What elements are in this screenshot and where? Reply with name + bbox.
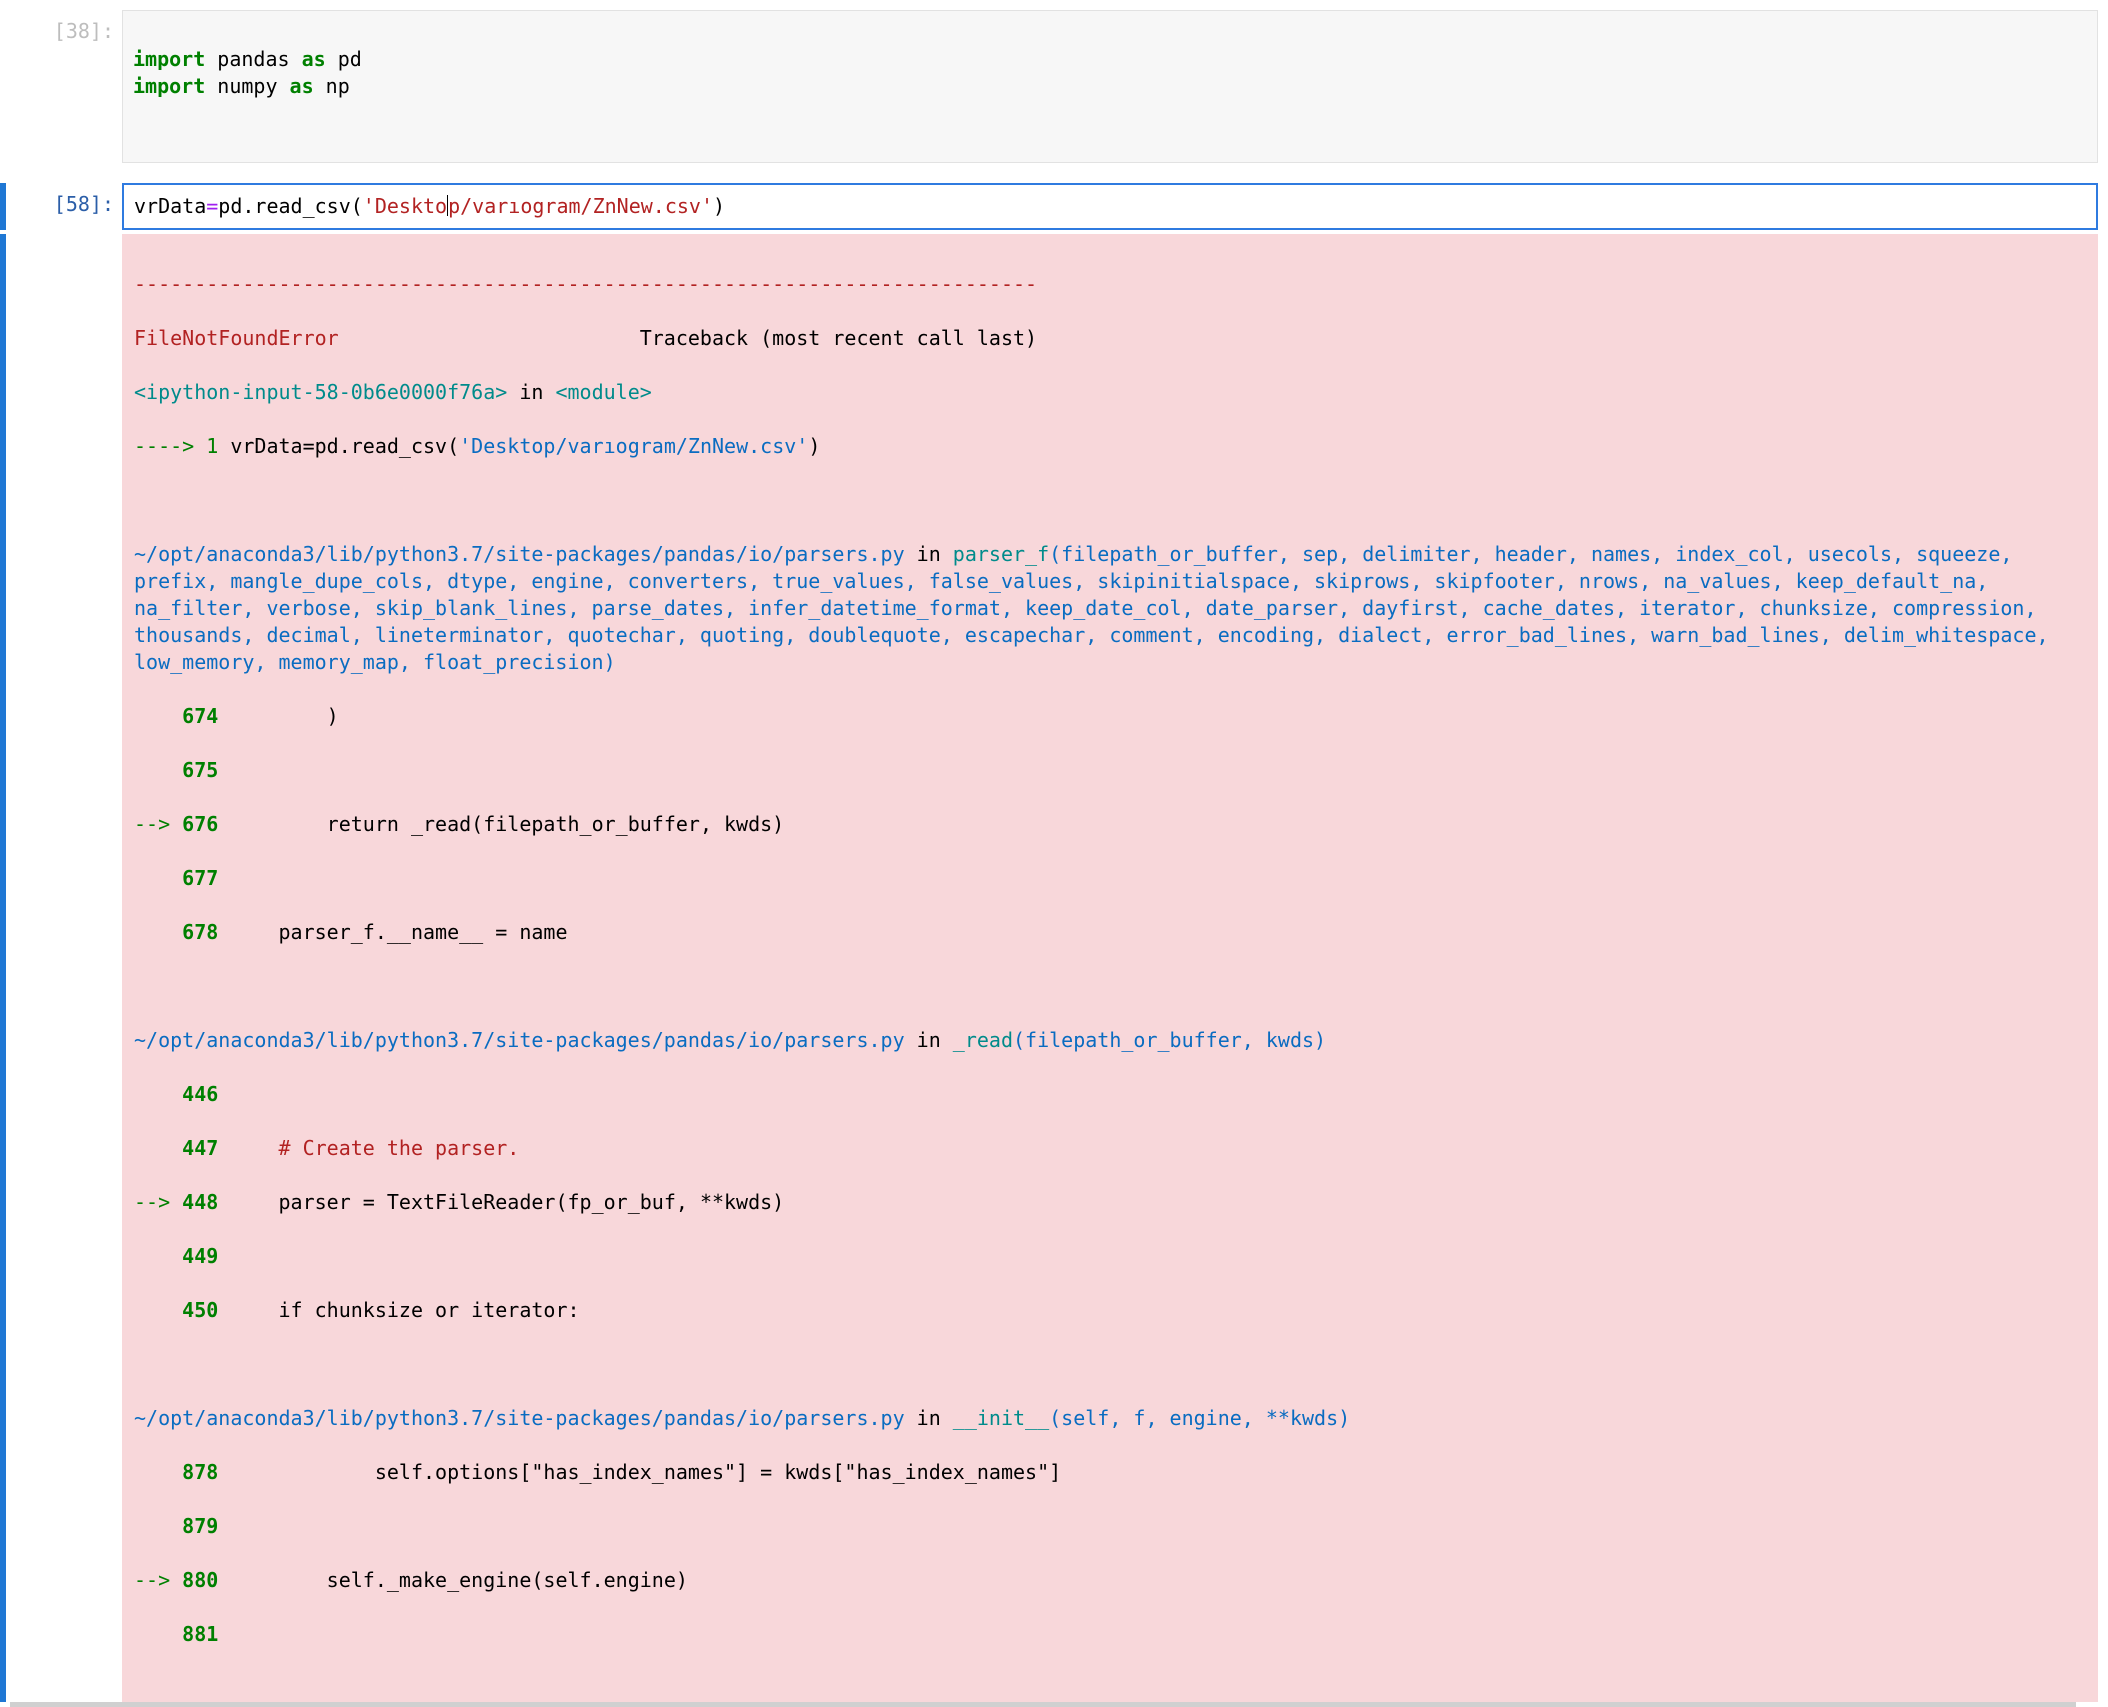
frame-args: (self, f, engine, **kwds) [1049,1406,1350,1430]
identifier: vrData [230,434,302,458]
traceback-output[interactable]: ----------------------------------------… [122,234,2098,1702]
exec-indicator [0,10,6,163]
lineno: 879 [182,1514,218,1538]
exec-indicator [0,234,6,1702]
indent [134,1082,182,1106]
traceback-separator: ----------------------------------------… [134,271,2086,298]
keyword-as: as [302,47,326,71]
prompt-spacer [10,234,122,1702]
comment: # Create the parser. [279,1136,520,1160]
indent [134,1136,182,1160]
src-line: self._make_engine(self.engine) [218,1568,688,1592]
string-arg: 'Deskto [363,194,447,218]
notebook: [38]: import pandas as pd import numpy a… [0,0,2108,1702]
in-word: in [507,380,555,404]
lineno: 449 [182,1244,218,1268]
src-line: parser_f.__name__ = name [218,920,567,944]
lineno: 674 [182,704,218,728]
indent [134,758,182,782]
indent [134,866,182,890]
horizontal-scrollbar[interactable] [10,1702,2076,1707]
keyword-import: import [133,47,205,71]
lineno: 880 [182,1568,218,1592]
frame-path: ~/opt/anaconda3/lib/python3.7/site-packa… [134,1028,905,1052]
alias-pd: pd [326,47,362,71]
module-numpy: numpy [205,74,289,98]
prompt-label: [58]: [10,183,122,230]
identifier: vrData [134,194,206,218]
lineno: 881 [182,1622,218,1646]
arrow: ----> 1 [134,434,230,458]
lineno: 446 [182,1082,218,1106]
code-cell-58[interactable]: [58]: vrData=pd.read_csv('Desktop/varıog… [0,183,2098,230]
arrow: --> [134,812,182,836]
frame-path: ~/opt/anaconda3/lib/python3.7/site-packa… [134,542,905,566]
alias-np: np [314,74,350,98]
code-input[interactable]: vrData=pd.read_csv('Desktop/varıogram/Zn… [122,183,2098,230]
module-pandas: pandas [205,47,301,71]
prompt-label: [38]: [10,10,122,163]
traceback-header: Traceback (most recent call last) [339,326,1037,350]
arrow: --> [134,1568,182,1592]
error-name: FileNotFoundError [134,326,339,350]
indent [134,704,182,728]
indent [134,1622,182,1646]
lineno: 677 [182,866,218,890]
in-word: in [905,1406,953,1430]
indent [134,1244,182,1268]
operator: = [303,434,315,458]
in-word: in [905,1028,953,1052]
frame-fn: parser_f [953,542,1049,566]
indent [134,1298,182,1322]
keyword-as: as [290,74,314,98]
output-cell-58: ----------------------------------------… [0,234,2098,1702]
src-line: parser = TextFileReader(fp_or_buf, **kwd… [218,1190,784,1214]
frame-fn: __init__ [953,1406,1049,1430]
src-line: if chunksize or iterator: [218,1298,579,1322]
lineno: 878 [182,1460,218,1484]
indent [134,1460,182,1484]
lineno: 678 [182,920,218,944]
string-arg: 'Desktop/varıogram/ZnNew.csv' [459,434,808,458]
lineno: 676 [182,812,218,836]
src-line: return _read(filepath_or_buffer, kwds) [218,812,784,836]
lineno: 447 [182,1136,218,1160]
frame-args: (filepath_or_buffer, kwds) [1013,1028,1326,1052]
keyword-import: import [133,74,205,98]
frame-path: ~/opt/anaconda3/lib/python3.7/site-packa… [134,1406,905,1430]
lineno: 450 [182,1298,218,1322]
call: pd.read_csv( [315,434,460,458]
string-arg: p/varıogram/ZnNew.csv' [448,194,713,218]
src-line: self.options["has_index_names"] = kwds["… [218,1460,1061,1484]
frame-fn: _read [953,1028,1013,1052]
src-line [218,1136,278,1160]
indent [134,1514,182,1538]
lineno: 448 [182,1190,218,1214]
src-line: ) [218,704,338,728]
paren-close: ) [713,194,725,218]
paren-close: ) [808,434,820,458]
code-cell-38[interactable]: [38]: import pandas as pd import numpy a… [0,10,2098,163]
exec-indicator [0,183,6,230]
lineno: 675 [182,758,218,782]
in-word: in [905,542,953,566]
indent [134,920,182,944]
module-tag: <module> [555,380,651,404]
ipython-source: <ipython-input-58-0b6e0000f76a> [134,380,507,404]
call: pd.read_csv( [218,194,363,218]
arrow: --> [134,1190,182,1214]
code-input[interactable]: import pandas as pd import numpy as np [122,10,2098,163]
operator: = [206,194,218,218]
